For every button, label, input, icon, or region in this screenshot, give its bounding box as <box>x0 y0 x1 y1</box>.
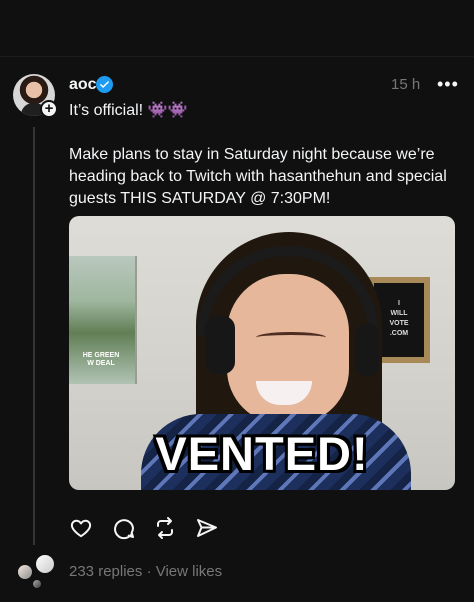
send-svg <box>197 519 217 537</box>
repost-icon[interactable] <box>153 516 177 540</box>
replies-link[interactable]: 233 replies <box>69 563 142 580</box>
view-likes-link[interactable]: View likes <box>156 563 222 580</box>
reply-avatar[interactable] <box>16 563 34 581</box>
check-icon <box>100 81 109 88</box>
more-options-icon[interactable]: ••• <box>437 74 459 95</box>
heart-svg <box>70 519 92 538</box>
verified-badge-icon <box>96 76 113 93</box>
person-eyes <box>256 332 326 343</box>
post-media[interactable]: HE GREEN W DEAL I WILL VOTE .COM VENTED! <box>69 216 455 490</box>
headphone-ear-cup-left <box>205 316 235 374</box>
reply-avatar[interactable] <box>34 553 56 575</box>
board-text: I WILL VOTE .COM <box>389 300 409 337</box>
headphone-ear-cup-right <box>355 324 379 376</box>
media-caption: VENTED! <box>155 427 369 480</box>
heart-icon[interactable] <box>69 516 93 540</box>
comment-icon[interactable] <box>111 516 135 540</box>
stats-separator: · <box>146 563 152 580</box>
thread-line <box>33 127 35 545</box>
follow-plus-icon[interactable]: + <box>40 100 58 118</box>
comment-svg <box>114 519 134 540</box>
top-bar <box>0 0 474 57</box>
send-icon[interactable] <box>195 516 219 540</box>
post-actions <box>69 514 219 542</box>
reply-avatar[interactable] <box>31 578 43 590</box>
poster-text: HE GREEN W DEAL <box>82 352 120 367</box>
repost-svg <box>157 517 173 539</box>
post-time: 15 h <box>391 76 421 93</box>
post-username[interactable]: aoc <box>69 76 97 94</box>
post-line-1: It’s official! 👾👾 <box>69 102 188 119</box>
post-body: Make plans to stay in Saturday night bec… <box>69 146 447 207</box>
post-stats: 233 replies · View likes <box>69 563 222 580</box>
